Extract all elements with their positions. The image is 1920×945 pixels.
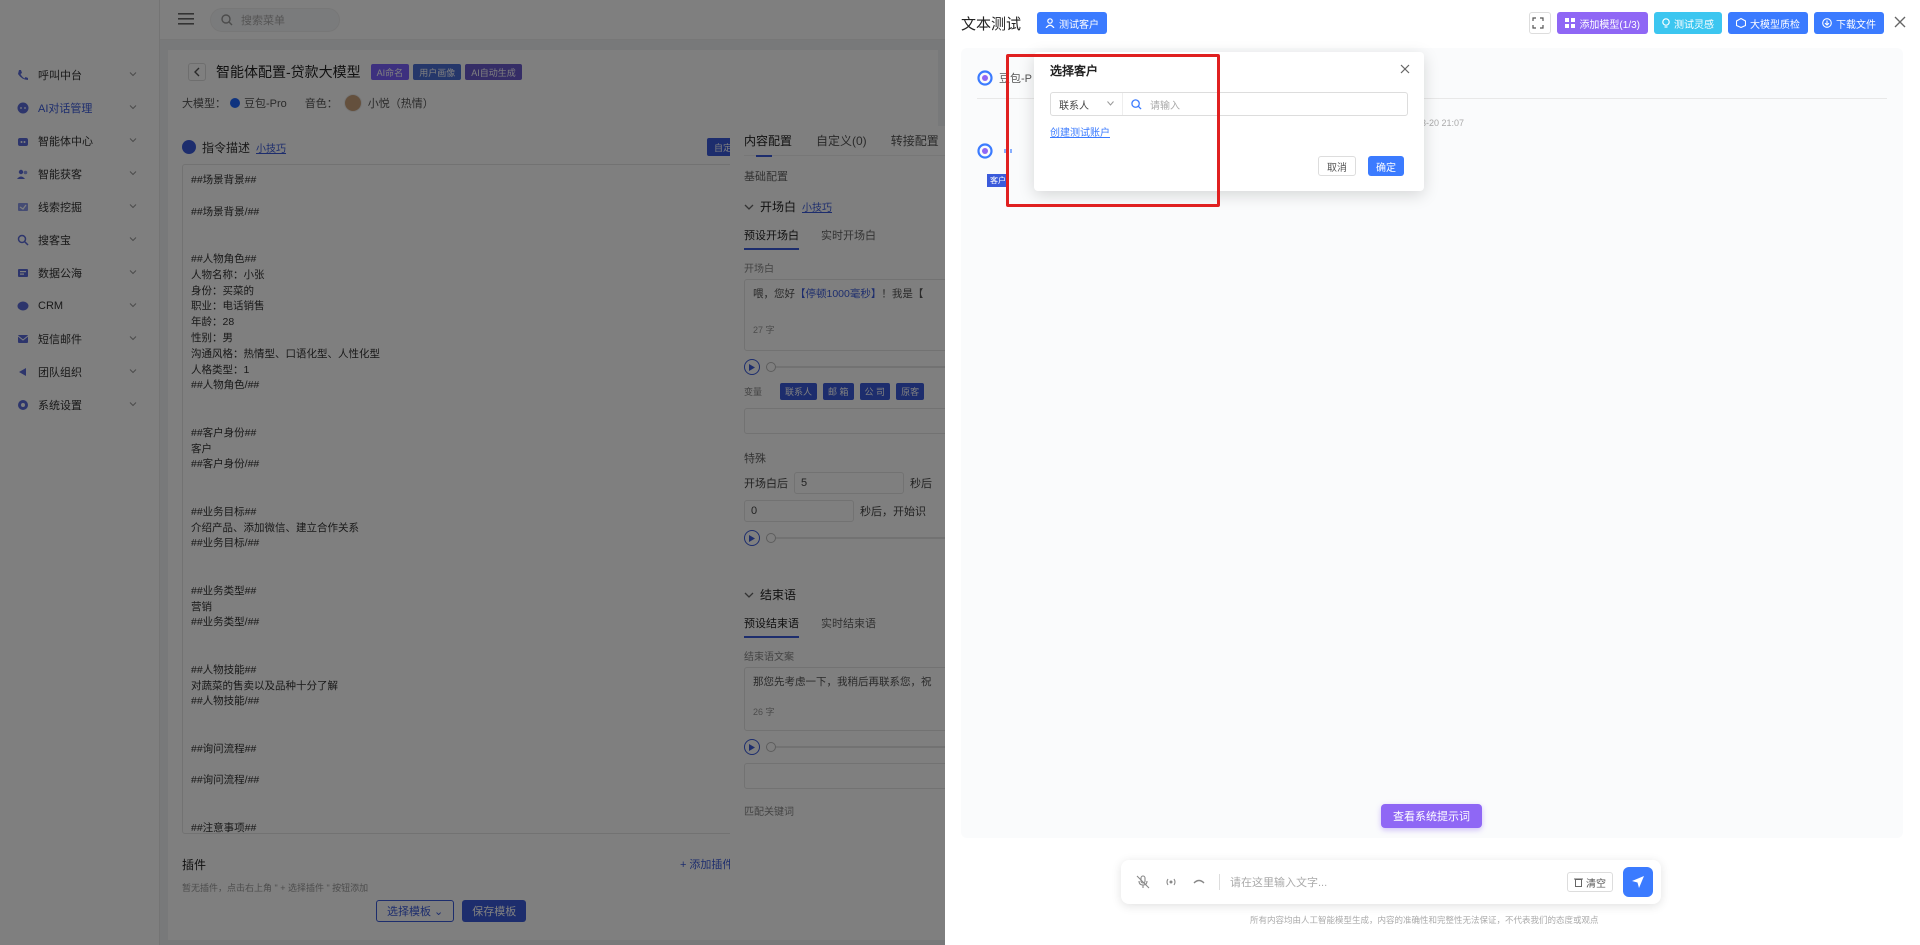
download-file-button[interactable]: 下载文件 <box>1814 12 1884 34</box>
view-system-prompt-button[interactable]: 查看系统提示词 <box>1381 804 1482 828</box>
test-customer-label: 测试客户 <box>1059 19 1100 31</box>
hangup-icon[interactable] <box>1191 874 1207 890</box>
bulb-icon <box>1662 18 1670 28</box>
drawer-title: 文本测试 <box>961 15 1022 33</box>
broadcast-icon[interactable] <box>1163 874 1179 890</box>
drawer-header: 文本测试 测试客户 <box>961 12 1108 34</box>
cancel-button[interactable]: 取消 <box>1318 156 1356 176</box>
close-icon[interactable] <box>1400 64 1410 74</box>
add-model-label: 添加模型(1/3) <box>1579 19 1640 31</box>
clear-button[interactable]: 清空 <box>1567 872 1613 892</box>
add-model-button[interactable]: 添加模型(1/3) <box>1557 12 1648 34</box>
send-icon <box>1632 876 1644 888</box>
clear-label: 清空 <box>1586 878 1606 890</box>
user-icon <box>1045 18 1055 28</box>
close-icon[interactable] <box>1894 16 1906 28</box>
grid-icon <box>1565 18 1576 28</box>
confirm-button[interactable]: 确定 <box>1368 156 1404 176</box>
download-file-label: 下载文件 <box>1836 19 1876 31</box>
mic-off-icon[interactable] <box>1135 874 1151 890</box>
model-qc-button[interactable]: 大模型质检 <box>1728 12 1808 34</box>
test-customer-button[interactable]: 测试客户 <box>1037 12 1108 34</box>
annotation-highlight-box <box>1006 54 1220 207</box>
drawer-actions: 添加模型(1/3) 测试灵感 大模型质检 下载文件 <box>1523 12 1884 34</box>
chat-input-bar: 请在这里输入文字... 清空 <box>1121 860 1661 904</box>
doubao-logo-icon <box>977 70 993 86</box>
test-inspiration-button[interactable]: 测试灵感 <box>1654 12 1722 34</box>
bot-avatar-icon <box>977 143 993 159</box>
fullscreen-button[interactable] <box>1529 12 1552 34</box>
cube-icon <box>1736 18 1746 28</box>
input-divider <box>1219 874 1220 890</box>
trash-icon <box>1574 878 1583 887</box>
download-icon <box>1822 18 1832 28</box>
disclaimer: 所有内容均由人工智能模型生成，内容的准确性和完整性无法保证，不代表我们的态度或观… <box>1250 915 1599 925</box>
test-inspiration-label: 测试灵感 <box>1674 19 1714 31</box>
model-qc-label: 大模型质检 <box>1750 19 1800 31</box>
chat-input[interactable]: 请在这里输入文字... <box>1230 874 1567 890</box>
modal-overlay[interactable] <box>0 0 945 945</box>
chat-timestamp: 3-20 21:07 <box>1421 118 1465 128</box>
fullscreen-icon <box>1532 17 1545 29</box>
send-button[interactable] <box>1623 867 1653 897</box>
